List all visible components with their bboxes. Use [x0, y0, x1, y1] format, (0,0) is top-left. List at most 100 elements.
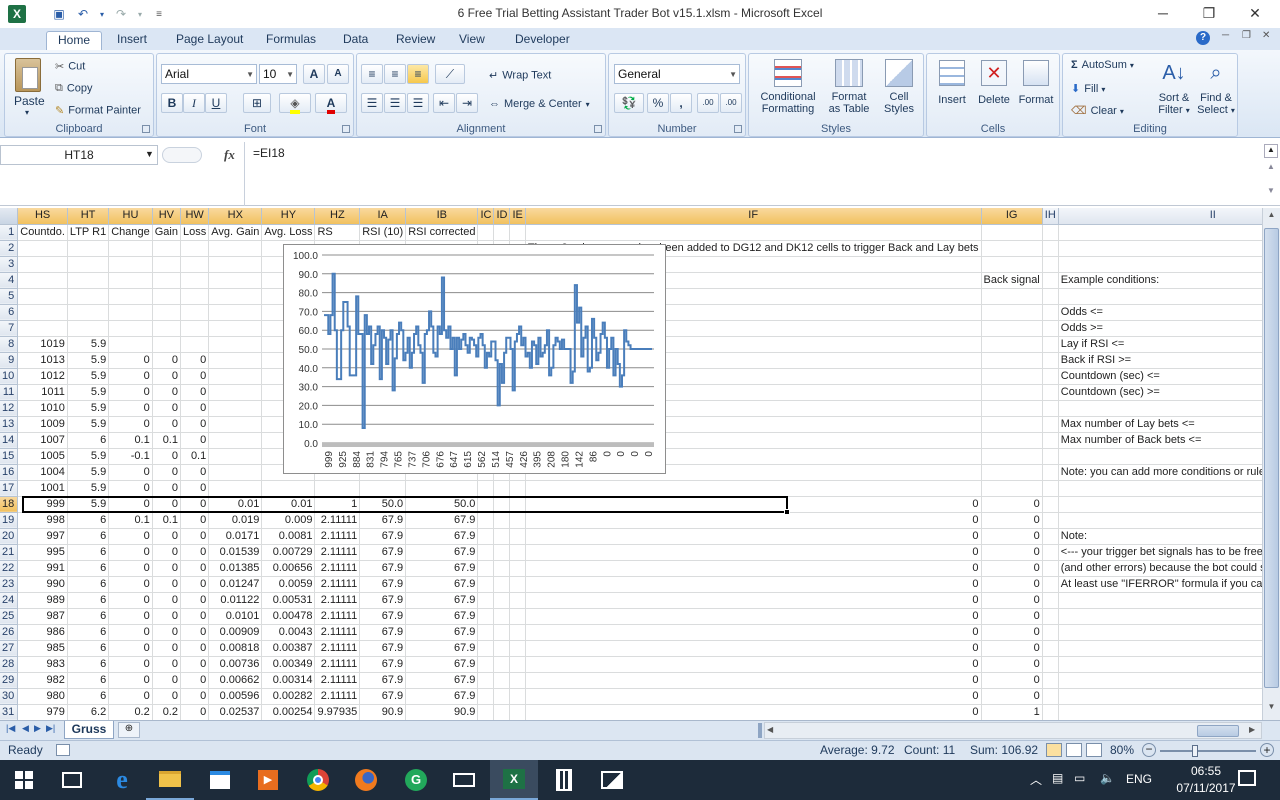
- cell-hx[interactable]: [208, 240, 263, 257]
- cell-ii[interactable]: [1058, 608, 1262, 625]
- cell-ih[interactable]: [1042, 592, 1059, 609]
- cell-styles-button[interactable]: Cell Styles: [877, 56, 921, 122]
- cell-ib[interactable]: 67.9: [405, 640, 479, 657]
- cell-ie[interactable]: [509, 480, 526, 497]
- cell-ib[interactable]: 67.9: [405, 560, 479, 577]
- column-header-hy[interactable]: HY: [261, 208, 316, 225]
- cell-ii[interactable]: Lay if RSI <=: [1058, 336, 1262, 353]
- scroll-right-icon[interactable]: ▶: [1249, 725, 1255, 734]
- prev-sheet-icon[interactable]: ◀: [22, 723, 29, 734]
- cell-hv[interactable]: 0: [152, 368, 181, 385]
- cell-ig[interactable]: 0: [981, 688, 1043, 705]
- cell-hw[interactable]: 0: [180, 624, 210, 641]
- cell-ie[interactable]: [509, 688, 526, 705]
- cell-hy[interactable]: 0.0081: [261, 528, 316, 545]
- cell-ih[interactable]: [1042, 688, 1059, 705]
- start-button[interactable]: [0, 760, 48, 800]
- tray-chevron-icon[interactable]: ︿: [1030, 771, 1042, 788]
- cell-hy[interactable]: 0.0059: [261, 576, 316, 593]
- cell-hw[interactable]: [180, 288, 210, 305]
- cell-hx[interactable]: [208, 304, 263, 321]
- cell-ih[interactable]: [1042, 560, 1059, 577]
- cut-button[interactable]: ✂ Cut: [55, 60, 85, 73]
- cell-ig[interactable]: Back signal: [981, 272, 1043, 289]
- percent-style-button[interactable]: %: [647, 93, 669, 113]
- cell-ii[interactable]: Note:: [1058, 528, 1262, 545]
- cell-hw[interactable]: 0: [180, 512, 210, 529]
- cell-hy[interactable]: 0.00531: [261, 592, 316, 609]
- tab-developer[interactable]: Developer: [515, 31, 570, 50]
- cell-hz[interactable]: 9.97935: [314, 704, 361, 720]
- cell-hs[interactable]: 1019: [17, 336, 68, 353]
- cell-ib[interactable]: 67.9: [405, 576, 479, 593]
- cell-ib[interactable]: RSI corrected: [405, 224, 479, 241]
- cell-hw[interactable]: 0: [180, 416, 210, 433]
- tray-network-icon[interactable]: ▭: [1074, 771, 1085, 785]
- cell-hs[interactable]: 979: [17, 704, 68, 720]
- cell-hv[interactable]: 0: [152, 624, 181, 641]
- cell-hx[interactable]: 0.01385: [208, 560, 263, 577]
- bold-button[interactable]: B: [161, 93, 183, 113]
- undo-dropdown-icon[interactable]: ▾: [98, 5, 106, 23]
- cell-hx[interactable]: 0.00909: [208, 624, 263, 641]
- cell-hv[interactable]: 0.1: [152, 432, 181, 449]
- zoom-slider-thumb[interactable]: [1192, 745, 1198, 757]
- cell-ie[interactable]: [509, 576, 526, 593]
- row-header[interactable]: 14: [0, 432, 19, 449]
- restore-button[interactable]: ❐: [1186, 0, 1232, 28]
- sort-filter-button[interactable]: A↓ Sort & Filter ▾: [1153, 56, 1195, 116]
- cell-ia[interactable]: [359, 480, 407, 497]
- cell-hx[interactable]: 0.01247: [208, 576, 263, 593]
- cell-hz[interactable]: 2.11111: [314, 624, 361, 641]
- copy-button[interactable]: ⧉ Copy: [55, 82, 93, 95]
- cell-hv[interactable]: 0: [152, 560, 181, 577]
- cell-id[interactable]: [493, 544, 511, 561]
- cell-ie[interactable]: [509, 704, 526, 720]
- cell-ii[interactable]: [1058, 672, 1262, 689]
- cell-hv[interactable]: 0: [152, 576, 181, 593]
- cell-ib[interactable]: [405, 480, 479, 497]
- cell-ic[interactable]: [477, 688, 495, 705]
- page-layout-view-icon[interactable]: [1066, 743, 1082, 757]
- cell-ib[interactable]: 67.9: [405, 544, 479, 561]
- cell-hs[interactable]: [17, 240, 68, 257]
- cell-ht[interactable]: 6: [67, 544, 110, 561]
- cell-hs[interactable]: Countdo.: [17, 224, 68, 241]
- cell-ia[interactable]: 90.9: [359, 704, 407, 720]
- cell-hz[interactable]: 2.11111: [314, 528, 361, 545]
- cell-hx[interactable]: [208, 448, 263, 465]
- tray-device-icon[interactable]: ▤: [1052, 771, 1063, 785]
- cell-ht[interactable]: [67, 304, 110, 321]
- cell-hy[interactable]: 0.0043: [261, 624, 316, 641]
- cell-ht[interactable]: 6: [67, 608, 110, 625]
- cell-hw[interactable]: [180, 336, 210, 353]
- row-header[interactable]: 20: [0, 528, 19, 545]
- cell-ht[interactable]: 6: [67, 528, 110, 545]
- column-header-id[interactable]: ID: [493, 208, 511, 225]
- cell-hx[interactable]: 0.00736: [208, 656, 263, 673]
- cell-ia[interactable]: 67.9: [359, 672, 407, 689]
- cell-ii[interactable]: [1058, 240, 1262, 257]
- cell-hx[interactable]: [208, 352, 263, 369]
- number-format-dropdown-icon[interactable]: ▼: [729, 66, 737, 84]
- row-header[interactable]: 4: [0, 272, 19, 289]
- cell-hu[interactable]: 0: [108, 656, 153, 673]
- excel-logo-icon[interactable]: X: [8, 5, 26, 23]
- cell-hv[interactable]: 0: [152, 400, 181, 417]
- cell-hw[interactable]: 0: [180, 384, 210, 401]
- macro-record-icon[interactable]: [56, 744, 70, 756]
- cell-ii[interactable]: Max number of Back bets <=: [1058, 432, 1262, 449]
- cell-ii[interactable]: [1058, 448, 1262, 465]
- cell-id[interactable]: [493, 688, 511, 705]
- scroll-up-icon[interactable]: ▲: [1264, 210, 1279, 224]
- cell-hs[interactable]: 983: [17, 656, 68, 673]
- cell-ii[interactable]: (and other errors) because the bot could…: [1058, 560, 1262, 577]
- cell-ig[interactable]: 0: [981, 656, 1043, 673]
- cell-ie[interactable]: [509, 224, 526, 241]
- row-header[interactable]: 16: [0, 464, 19, 481]
- cell-hs[interactable]: [17, 256, 68, 273]
- cell-ia[interactable]: RSI (10): [359, 224, 407, 241]
- fill-handle[interactable]: [784, 509, 790, 515]
- last-sheet-icon[interactable]: ▶|: [46, 723, 55, 734]
- cell-ig[interactable]: [981, 320, 1043, 337]
